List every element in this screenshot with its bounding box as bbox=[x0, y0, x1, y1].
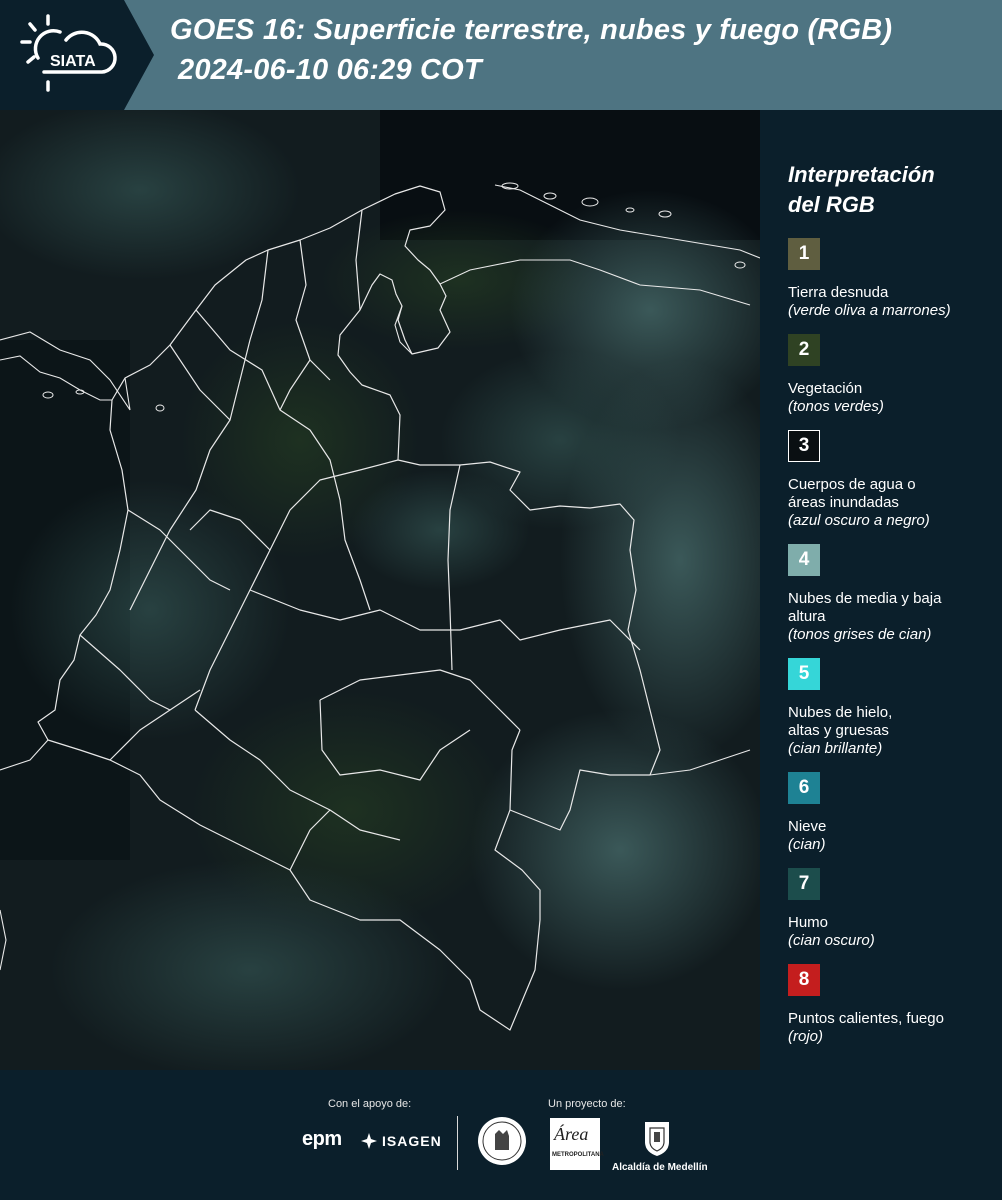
legend-label-4: Nubes de media y baja altura bbox=[788, 590, 942, 625]
legend-label-6: Nieve bbox=[788, 818, 827, 835]
legend-items: 1 Tierra desnuda (verde oliva a marrones) 2… bbox=[788, 238, 988, 1046]
siata-logo: SIATA bbox=[20, 14, 117, 92]
siata-logo-text: SIATA bbox=[50, 53, 96, 70]
legend-item-6: 6 Nieve (cian) bbox=[788, 772, 988, 854]
medellin-text: Alcaldía de Medellín bbox=[612, 1162, 708, 1173]
area-metropolitana-logo: Área METROPOLITANA bbox=[550, 1118, 604, 1170]
legend-swatch-7: 7 bbox=[788, 868, 820, 900]
map-canvas bbox=[0, 110, 760, 1070]
isagen-text: ISAGEN bbox=[382, 1133, 442, 1149]
legend-sub-1: (verde oliva a marrones) bbox=[788, 302, 951, 319]
legend-label-7: Humo bbox=[788, 914, 829, 931]
legend-sub-8: (rojo) bbox=[788, 1028, 824, 1045]
legend-swatch-3: 3 bbox=[788, 430, 820, 462]
area-logo-text: Área bbox=[554, 1124, 589, 1144]
legend-swatch-1: 1 bbox=[788, 238, 820, 270]
isagen-star-icon bbox=[361, 1133, 377, 1149]
legend-swatch-6: 6 bbox=[788, 772, 820, 804]
legend-label-1: Tierra desnuda bbox=[788, 284, 889, 301]
legend-label-3: Cuerpos de agua o áreas inundadas bbox=[788, 476, 916, 511]
epm-logo: epm bbox=[302, 1128, 342, 1150]
legend-swatch-8: 8 bbox=[788, 964, 820, 996]
legend: Interpretación del RGB 1 Tierra desnuda (v… bbox=[788, 160, 988, 1060]
footer-divider bbox=[457, 1116, 458, 1170]
isagen-logo: ISAGEN bbox=[360, 1132, 442, 1150]
legend-title: Interpretación del RGB bbox=[788, 160, 988, 220]
legend-sub-2: (tonos verdes) bbox=[788, 398, 884, 415]
legend-sub-3: (azul oscuro a negro) bbox=[788, 512, 930, 529]
legend-item-7: 7 Humo (cian oscuro) bbox=[788, 868, 988, 950]
legend-item-5: 5 Nubes de hielo, altas y gruesas (cian br… bbox=[788, 658, 988, 758]
legend-swatch-2: 2 bbox=[788, 334, 820, 366]
legend-item-1: 1 Tierra desnuda (verde oliva a marrones) bbox=[788, 238, 988, 320]
support-label: Con el apoyo de: bbox=[328, 1098, 412, 1110]
legend-item-2: 2 Vegetación (tonos verdes) bbox=[788, 334, 988, 416]
footer: Con el apoyo de: Un proyecto de: epm ISA… bbox=[0, 1070, 1002, 1200]
medellin-crest-icon bbox=[645, 1122, 669, 1156]
legend-item-4: 4 Nubes de media y baja altura (tonos gris… bbox=[788, 544, 988, 644]
legend-item-8: 8 Puntos calientes, fuego (rojo) bbox=[788, 964, 988, 1046]
legend-title-line2: del RGB bbox=[788, 192, 875, 217]
legend-label-2: Vegetación bbox=[788, 380, 863, 397]
legend-sub-7: (cian oscuro) bbox=[788, 932, 875, 949]
legend-swatch-4: 4 bbox=[788, 544, 820, 576]
legend-label-8: Puntos calientes, fuego bbox=[788, 1010, 944, 1027]
title-line1: GOES 16: Superficie terrestre, nubes y f… bbox=[170, 14, 893, 46]
header: SIATA GOES 16: Superficie terrestre, nub… bbox=[0, 0, 1002, 110]
seal-logo bbox=[478, 1117, 526, 1165]
legend-label-5: Nubes de hielo, altas y gruesas bbox=[788, 704, 893, 739]
legend-swatch-5: 5 bbox=[788, 658, 820, 690]
title-line2: 2024-06-10 06:29 COT bbox=[178, 54, 482, 86]
area-logo-subtext: METROPOLITANA bbox=[552, 1152, 604, 1158]
legend-sub-4: (tonos grises de cian) bbox=[788, 626, 932, 643]
legend-title-line1: Interpretación bbox=[788, 162, 935, 187]
legend-sub-5: (cian brillante) bbox=[788, 740, 883, 757]
legend-item-3: 3 Cuerpos de agua o áreas inundadas (azul … bbox=[788, 430, 988, 530]
project-label: Un proyecto de: bbox=[548, 1098, 626, 1110]
legend-sub-6: (cian) bbox=[788, 836, 826, 853]
satellite-map bbox=[0, 110, 760, 1070]
